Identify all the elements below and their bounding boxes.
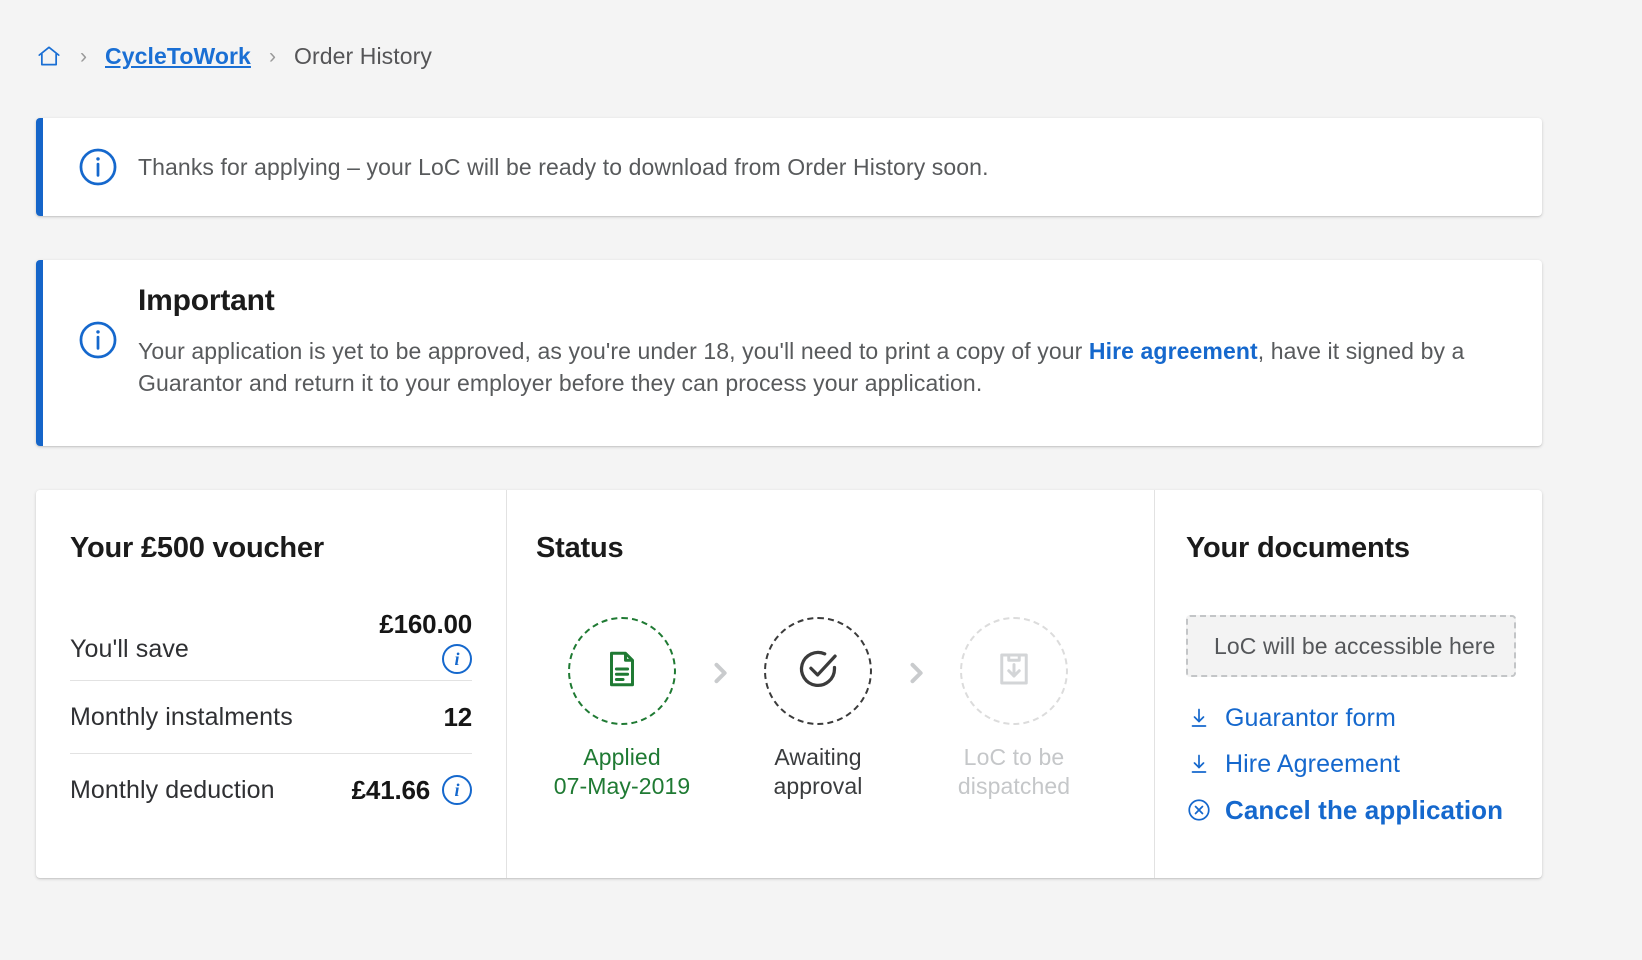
check-circle-icon: [795, 646, 841, 697]
voucher-row-label: Monthly instalments: [70, 702, 293, 731]
status-step-loc-dispatched: LoC to be dispatched: [934, 617, 1094, 801]
hire-agreement-link[interactable]: Hire agreement: [1089, 338, 1258, 364]
status-step-label-line1: Applied: [583, 744, 661, 770]
hire-agreement-download-link[interactable]: Hire Agreement: [1186, 741, 1516, 787]
voucher-row-youll-save: You'll save £160.00 i: [70, 609, 472, 674]
breadcrumb-separator-1: ›: [80, 44, 87, 68]
voucher-row-value-group: 12: [443, 702, 472, 733]
divider: [70, 753, 472, 754]
document-icon: [601, 648, 643, 695]
home-icon[interactable]: [36, 43, 62, 69]
info-icon[interactable]: i: [442, 644, 472, 674]
documents-card: Your documents LoC will be accessible he…: [1154, 490, 1546, 878]
status-step-label-line1: LoC to be: [963, 744, 1065, 770]
voucher-card: Your £500 voucher You'll save £160.00 i …: [36, 490, 506, 878]
status-step-circle: [568, 617, 676, 725]
voucher-row-value-group: £160.00 i: [379, 609, 472, 674]
alert-important-title: Important: [138, 284, 275, 318]
status-step-circle: [764, 617, 872, 725]
voucher-row-label: You'll save: [70, 635, 189, 663]
status-step-label: LoC to be dispatched: [958, 743, 1070, 801]
voucher-row-value: £160.00: [379, 609, 472, 639]
voucher-rows: You'll save £160.00 i Monthly instalment…: [70, 609, 472, 820]
info-circle-icon: [36, 145, 138, 189]
status-step-circle: [960, 617, 1068, 725]
guarantor-form-label: Guarantor form: [1225, 703, 1396, 732]
alert-important: Important Your application is yet to be …: [36, 260, 1542, 446]
alert-important-text: Your application is yet to be approved, …: [138, 336, 1498, 399]
download-icon: [1186, 705, 1212, 731]
status-step-label-line2: dispatched: [957, 772, 1071, 799]
download-icon: [1186, 751, 1212, 777]
guarantor-form-link[interactable]: Guarantor form: [1186, 695, 1516, 741]
status-steps: Applied 07-May-2019 Awaiting approval Lo…: [536, 617, 1124, 801]
breadcrumb-separator-2: ›: [268, 44, 276, 68]
status-step-label-line1: Awaiting: [774, 744, 862, 770]
documents-title: Your documents: [1186, 532, 1410, 564]
voucher-title: Your £500 voucher: [70, 532, 324, 564]
cancel-application-link[interactable]: Cancel the application: [1186, 787, 1516, 833]
alert-thanks-text: Thanks for applying – your LoC will be r…: [138, 153, 989, 180]
divider: [70, 680, 472, 681]
alert-important-text-before: Your application is yet to be approved, …: [138, 338, 1089, 365]
cancel-application-label: Cancel the application: [1225, 794, 1504, 825]
chevron-right-icon: [898, 659, 934, 687]
voucher-row-label: Monthly deduction: [70, 775, 275, 804]
breadcrumb-link-cycletowork[interactable]: CycleToWork: [105, 43, 251, 70]
breadcrumb-current-order-history: Order History: [293, 42, 432, 69]
inbox-download-icon: [993, 648, 1035, 695]
page-root: › CycleToWork › Order History Thanks for…: [0, 0, 1642, 960]
document-links: Guarantor form Hire Agreement Cancel the…: [1186, 695, 1516, 833]
cancel-circle-icon: [1186, 797, 1212, 823]
alert-thanks-for-applying: Thanks for applying – your LoC will be r…: [36, 118, 1542, 216]
voucher-row-monthly-deduction: Monthly deduction £41.66 i: [70, 760, 472, 820]
status-title: Status: [536, 532, 624, 564]
info-circle-icon: [36, 318, 138, 362]
summary-panel: Your £500 voucher You'll save £160.00 i …: [36, 490, 1542, 878]
status-step-label: Awaiting approval: [773, 743, 862, 801]
voucher-row-monthly-instalments: Monthly instalments 12: [70, 687, 472, 747]
hire-agreement-label: Hire Agreement: [1225, 749, 1401, 778]
status-card: Status Applied 07-May-2019 Awaiting appr…: [506, 490, 1154, 878]
status-step-label-line2: 07-May-2019: [553, 772, 691, 799]
voucher-row-value-group: £41.66 i: [352, 775, 472, 806]
status-step-awaiting-approval: Awaiting approval: [738, 617, 898, 801]
chevron-right-icon: [702, 659, 738, 687]
breadcrumb: › CycleToWork › Order History: [0, 0, 1642, 84]
status-step-label: Applied 07-May-2019: [554, 743, 691, 801]
loc-placeholder: LoC will be accessible here: [1186, 615, 1516, 677]
voucher-row-value: 12: [443, 701, 472, 732]
status-step-applied: Applied 07-May-2019: [542, 617, 702, 801]
status-step-label-line2: approval: [773, 772, 863, 799]
voucher-row-value: £41.66: [351, 774, 431, 805]
info-icon[interactable]: i: [442, 775, 472, 805]
